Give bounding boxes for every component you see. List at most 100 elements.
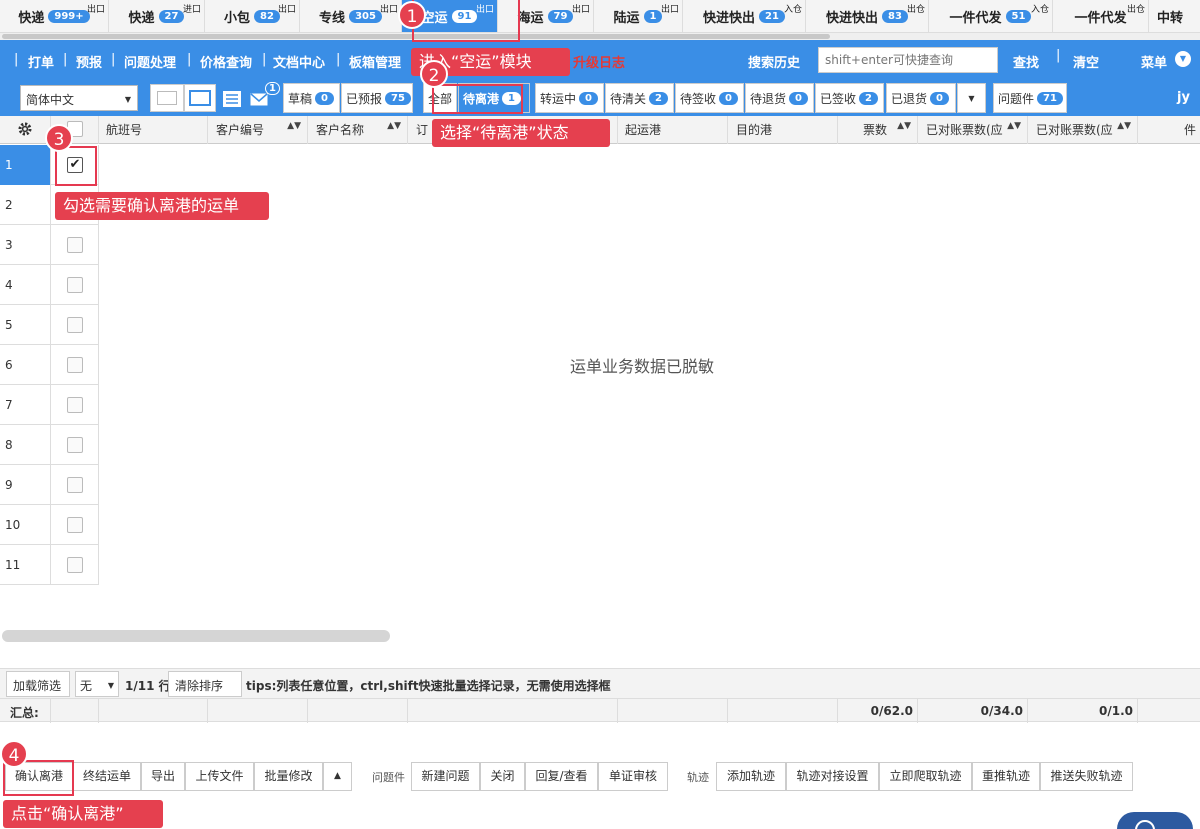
repush-track-button[interactable]: 重推轨迹 (972, 762, 1040, 791)
col-flight-no[interactable]: 航班号 (99, 116, 208, 144)
sort-icon[interactable]: ▲▼ (1117, 121, 1131, 131)
status-pending-return[interactable]: 待退货 0 (745, 83, 814, 113)
batch-edit-button[interactable]: 批量修改 (254, 762, 323, 791)
table-row[interactable]: 6 (0, 345, 99, 385)
column-label: 已对账票数(应 (926, 123, 1003, 137)
user-name[interactable]: jy (1177, 90, 1190, 105)
sort-icon[interactable]: ▲▼ (387, 121, 401, 131)
col-dest-port[interactable]: 目的港 (728, 116, 838, 144)
status-pending-clearance[interactable]: 待清关 2 (605, 83, 674, 113)
row-checkbox[interactable] (67, 397, 83, 413)
col-pieces[interactable]: 件 (1138, 116, 1200, 144)
row-checkbox[interactable] (67, 237, 83, 253)
row-checkbox[interactable] (67, 477, 83, 493)
status-pending-signoff[interactable]: 待签收 0 (675, 83, 744, 113)
menu-issue-handling[interactable]: 问题处理 (124, 52, 176, 71)
document-review-button[interactable]: 单证审核 (598, 762, 668, 791)
tab-dropship-out[interactable]: 一件代发 出仓 (1053, 0, 1149, 32)
sort-icon[interactable]: ▲▼ (287, 121, 301, 131)
more-actions-button[interactable]: ▲ (323, 762, 352, 791)
tab-fast-in[interactable]: 快进快出 21 入仓 (683, 0, 806, 32)
column-settings[interactable] (0, 116, 51, 144)
row-checkbox[interactable] (67, 317, 83, 333)
tab-dropship-in[interactable]: 一件代发 51 入仓 (929, 0, 1053, 32)
tab-express-export[interactable]: 快递 999+ 出口 (0, 0, 109, 32)
col-tickets[interactable]: 票数 ▲▼ (838, 116, 918, 144)
view-wide-button[interactable] (184, 84, 216, 112)
track-integration-settings-button[interactable]: 轨迹对接设置 (786, 762, 879, 791)
clear-sort-button[interactable]: 清除排序 (168, 671, 242, 697)
upload-file-button[interactable]: 上传文件 (185, 762, 254, 791)
row-number: 8 (0, 425, 51, 465)
count-badge: 27 (158, 10, 185, 23)
row-checkbox[interactable] (67, 357, 83, 373)
menu-prereport[interactable]: 预报 (76, 52, 102, 71)
reply-view-button[interactable]: 回复/查看 (525, 762, 598, 791)
gear-icon[interactable] (17, 121, 33, 137)
grid-horizontal-scrollbar[interactable] (2, 630, 390, 642)
search-history-button[interactable]: 搜索历史 (748, 52, 800, 71)
clear-button[interactable]: 清空 (1073, 52, 1099, 71)
tab-land-freight[interactable]: 陆运 1 出口 (594, 0, 683, 32)
load-filter-button[interactable]: 加载筛选 (6, 671, 70, 697)
tab-transfer[interactable]: 中转 (1149, 0, 1200, 32)
table-row[interactable]: 7 (0, 385, 99, 425)
tab-sup: 出口 (571, 5, 590, 15)
row-number: 7 (0, 385, 51, 425)
status-in-transit[interactable]: 转运中 0 (535, 83, 604, 113)
summary-cell (308, 699, 408, 723)
table-row[interactable]: 3 (0, 225, 99, 265)
menu-button[interactable]: 菜单 (1141, 52, 1167, 71)
col-reconciled-1[interactable]: 已对账票数(应 ▲▼ (918, 116, 1028, 144)
finalize-waybill-button[interactable]: 终结运单 (73, 762, 141, 791)
quick-search-input[interactable] (818, 47, 998, 73)
more-status-dropdown[interactable]: ▼ (957, 83, 986, 113)
menu-divider: | (63, 52, 68, 67)
tab-dedicated-line[interactable]: 专线 305 出口 (300, 0, 402, 32)
row-checkbox[interactable] (67, 437, 83, 453)
chevron-down-icon[interactable]: ▼ (1175, 51, 1191, 67)
export-button[interactable]: 导出 (141, 762, 185, 791)
close-issue-button[interactable]: 关闭 (480, 762, 525, 791)
help-chat-button[interactable] (1117, 812, 1193, 829)
row-checkbox[interactable] (67, 277, 83, 293)
language-select[interactable]: 简体中文 ▼ (20, 85, 138, 111)
col-reconciled-2[interactable]: 已对账票数(应 ▲▼ (1028, 116, 1138, 144)
menu-print-label[interactable]: 打单 (28, 52, 54, 71)
sort-icon[interactable]: ▲▼ (1007, 121, 1021, 131)
table-row[interactable]: 9 (0, 465, 99, 505)
status-draft[interactable]: 草稿 0 (283, 83, 340, 113)
menu-box-management[interactable]: 板箱管理 (349, 52, 401, 71)
issues-button[interactable]: 问题件 71 (993, 83, 1067, 113)
table-row[interactable]: 11 (0, 545, 99, 585)
status-returned[interactable]: 已退货 0 (886, 83, 956, 113)
col-customer-name[interactable]: 客户名称 ▲▼ (308, 116, 408, 144)
menu-price-query[interactable]: 价格查询 (200, 52, 252, 71)
sort-icon[interactable]: ▲▼ (897, 121, 911, 131)
row-checkbox[interactable] (67, 557, 83, 573)
push-failed-track-button[interactable]: 推送失败轨迹 (1040, 762, 1133, 791)
list-icon[interactable] (223, 91, 241, 107)
find-button[interactable]: 查找 (1013, 52, 1039, 71)
table-row[interactable]: 5 (0, 305, 99, 345)
tab-fast-out[interactable]: 快进快出 83 出仓 (806, 0, 929, 32)
filter-bar: 加载筛选 无 ▼ 1/11 行 清除排序 tips:列表任意位置，ctrl,shi… (0, 668, 1200, 698)
tabs-scrollbar[interactable] (0, 33, 1200, 40)
crawl-track-now-button[interactable]: 立即爬取轨迹 (879, 762, 972, 791)
menu-doc-center[interactable]: 文档中心 (273, 52, 325, 71)
table-row[interactable]: 8 (0, 425, 99, 465)
table-row[interactable]: 10 (0, 505, 99, 545)
tab-small-parcel[interactable]: 小包 82 出口 (205, 0, 300, 32)
table-row[interactable]: 4 (0, 265, 99, 305)
col-origin-port[interactable]: 起运港 (618, 116, 728, 144)
row-checkbox[interactable] (67, 517, 83, 533)
status-signed[interactable]: 已签收 2 (815, 83, 884, 113)
tab-express-import[interactable]: 快递 27 进口 (109, 0, 205, 32)
filter-select[interactable]: 无 ▼ (75, 671, 119, 697)
add-track-button[interactable]: 添加轨迹 (716, 762, 786, 791)
col-customer-code[interactable]: 客户编号 ▲▼ (208, 116, 308, 144)
upgrade-log-link[interactable]: 升级日志 (573, 52, 625, 71)
status-prereported[interactable]: 已预报 75 (341, 83, 413, 113)
view-compact-button[interactable] (150, 84, 184, 112)
new-issue-button[interactable]: 新建问题 (411, 762, 480, 791)
